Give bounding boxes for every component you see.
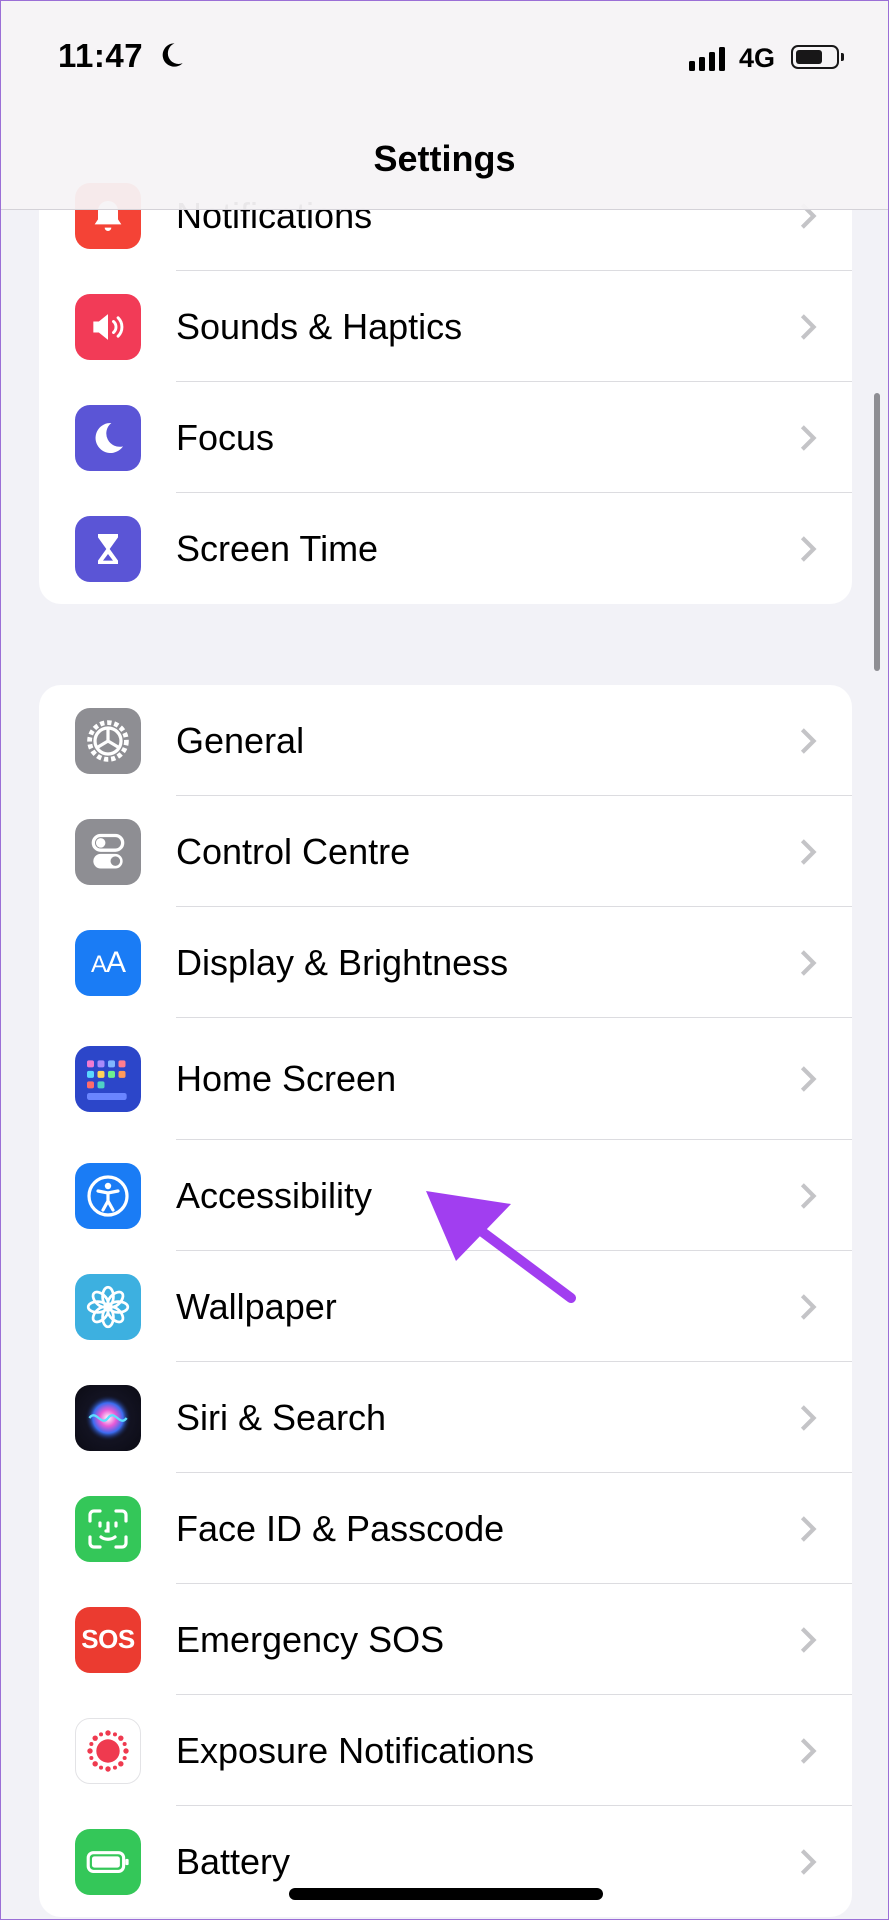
battery-icon (75, 1828, 141, 1895)
nav-bar: Settings (1, 111, 888, 210)
row-label: Wallpaper (176, 1285, 337, 1327)
chevron-right-icon (800, 424, 817, 451)
speaker-icon (75, 293, 141, 360)
moon-icon (75, 404, 141, 471)
moon-icon (162, 43, 183, 67)
text-size-icon: AA (75, 929, 141, 996)
status-time: 11:47 (58, 37, 144, 74)
chevron-right-icon (800, 313, 817, 340)
toggles-icon (75, 818, 141, 885)
gear-icon (75, 707, 141, 774)
settings-row-exposure-notifications[interactable]: Exposure Notifications (39, 1695, 852, 1806)
row-label: Face ID & Passcode (176, 1507, 505, 1549)
annotation-arrow (426, 1191, 576, 1303)
hourglass-icon (75, 515, 141, 582)
row-label: Focus (176, 416, 275, 458)
chevron-right-icon (800, 1404, 817, 1431)
chevron-right-icon (800, 1848, 817, 1875)
chevron-right-icon (800, 1293, 817, 1320)
chevron-right-icon (800, 949, 817, 976)
row-label: Control Centre (176, 830, 411, 872)
chevron-right-icon (800, 1737, 817, 1764)
settings-row-sounds-haptics[interactable]: Sounds & Haptics (39, 271, 852, 382)
settings-row-focus[interactable]: Focus (39, 382, 852, 493)
app-grid-icon (75, 1046, 141, 1112)
settings-row-general[interactable]: General (39, 685, 852, 796)
settings-row-screen-time[interactable]: Screen Time (39, 493, 852, 604)
exposure-icon (75, 1717, 141, 1784)
battery-icon (791, 45, 844, 69)
sos-icon: SOS (75, 1606, 141, 1673)
row-label: Accessibility (176, 1174, 373, 1216)
settings-row-display-brightness[interactable]: AA Display & Brightness (39, 907, 852, 1018)
settings-group-1: Notifications Sounds & Haptics Focus Scr… (39, 161, 852, 604)
row-label: Screen Time (176, 527, 379, 569)
settings-row-home-screen[interactable]: Home Screen (39, 1018, 852, 1140)
settings-row-emergency-sos[interactable]: SOS Emergency SOS (39, 1584, 852, 1695)
settings-row-control-centre[interactable]: Control Centre (39, 796, 852, 907)
page-title: Settings (373, 138, 516, 179)
chevron-right-icon (800, 1182, 817, 1209)
chevron-right-icon (800, 1626, 817, 1653)
row-label: Emergency SOS (176, 1618, 445, 1660)
chevron-right-icon (800, 838, 817, 865)
row-label: Battery (176, 1840, 291, 1882)
settings-row-battery[interactable]: Battery (39, 1806, 852, 1917)
status-bar: 11:47 4G (1, 1, 888, 111)
settings-row-siri-search[interactable]: Siri & Search (39, 1362, 852, 1473)
home-indicator[interactable] (289, 1888, 603, 1900)
accessibility-icon (75, 1162, 141, 1229)
row-label: Display & Brightness (176, 941, 509, 983)
settings-row-face-id-passcode[interactable]: Face ID & Passcode (39, 1473, 852, 1584)
row-label: Siri & Search (176, 1396, 387, 1438)
chevron-right-icon (800, 727, 817, 754)
row-label: Home Screen (176, 1058, 397, 1099)
signal-icon (689, 47, 725, 71)
chevron-right-icon (800, 535, 817, 562)
scrollbar[interactable] (874, 393, 880, 671)
row-label: Sounds & Haptics (176, 305, 463, 347)
network-type: 4G (739, 43, 776, 73)
row-label: General (176, 719, 305, 761)
siri-icon (75, 1384, 141, 1451)
face-id-icon (75, 1495, 141, 1562)
chevron-right-icon (800, 1515, 817, 1542)
chevron-right-icon (800, 1066, 817, 1092)
row-label: Exposure Notifications (176, 1729, 535, 1771)
flower-icon (75, 1273, 141, 1340)
